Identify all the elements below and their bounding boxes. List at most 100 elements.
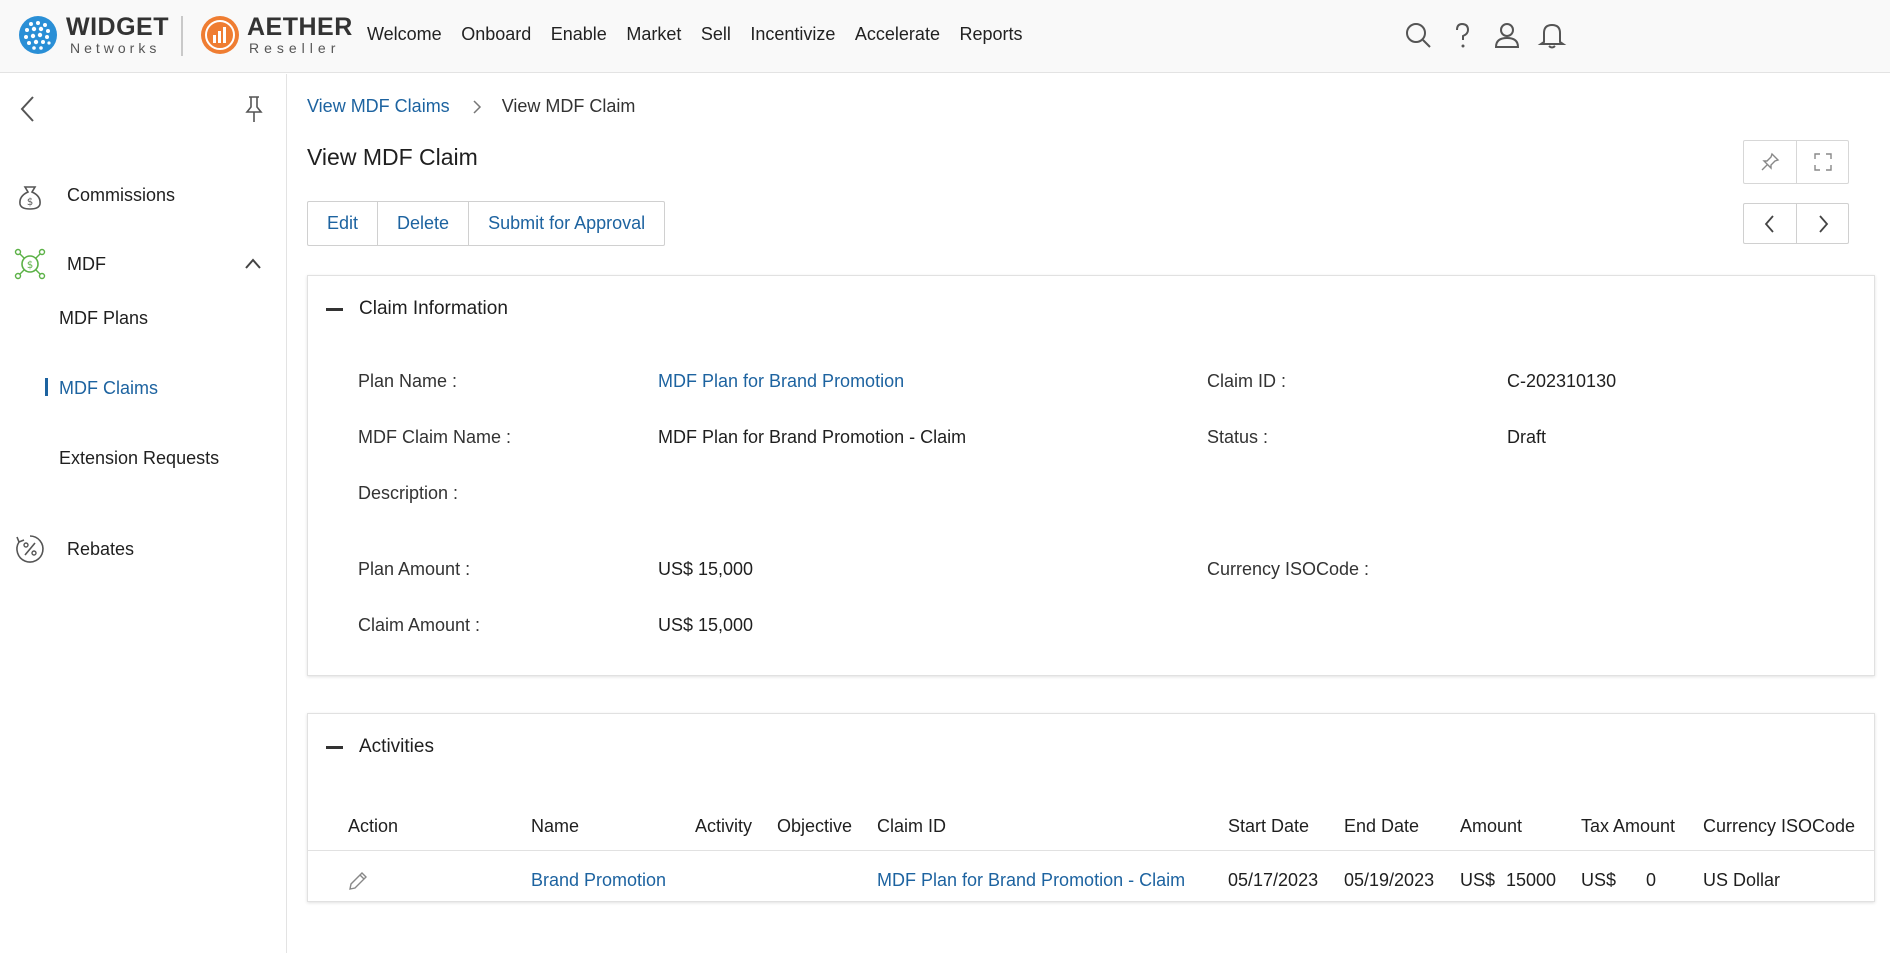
next-record-button[interactable] [1796, 204, 1848, 243]
sidebar-item-mdf[interactable]: $ MDF [0, 244, 287, 284]
claim-name-label: MDF Claim Name : [358, 427, 512, 447]
activity-claim-id-link[interactable]: MDF Plan for Brand Promotion - Claim [877, 870, 1185, 891]
amount-currency-cell: US$ [1460, 870, 1496, 890]
chevron-up-icon[interactable] [243, 254, 263, 274]
sidebar-item-label: Rebates [67, 538, 135, 559]
brand-left-name: WIDGET [66, 13, 169, 41]
activities-header[interactable]: Activities [326, 736, 434, 758]
nav-welcome[interactable]: Welcome [367, 24, 442, 45]
sidebar-item-label: MDF [67, 253, 106, 274]
edit-pencil-icon[interactable] [347, 870, 369, 892]
breadcrumb-parent-link[interactable]: View MDF Claims [307, 96, 450, 117]
claim-amount-value: US$ 15,000 [658, 615, 754, 635]
widget-logo-icon [19, 16, 57, 54]
record-pager [1743, 203, 1849, 244]
brand-right-sub: Reseller [249, 40, 341, 56]
claim-information-header[interactable]: Claim Information [326, 298, 508, 320]
column-header-activity[interactable]: Activity [695, 816, 752, 837]
main-content: View MDF Claims View MDF Claim View MDF … [288, 74, 1890, 953]
pin-icon [1761, 152, 1780, 171]
help-icon[interactable] [1447, 20, 1477, 50]
notification-bell-icon[interactable] [1537, 20, 1567, 50]
fullscreen-icon [1813, 153, 1832, 171]
start-date-cell: 05/17/2023 [1228, 870, 1319, 890]
currency-cell: US Dollar [1703, 870, 1781, 890]
aether-reseller-logo[interactable]: AETHER Reseller [200, 15, 353, 55]
claim-amount-label: Claim Amount : [358, 615, 481, 635]
column-header-start-date[interactable]: Start Date [1228, 816, 1309, 837]
nav-accelerate[interactable]: Accelerate [855, 24, 940, 45]
nav-sell[interactable]: Sell [701, 24, 731, 45]
nav-enable[interactable]: Enable [551, 24, 607, 45]
claim-name-value: MDF Plan for Brand Promotion - Claim [658, 427, 967, 447]
breadcrumb: View MDF Claims View MDF Claim [307, 96, 635, 117]
sidebar: $ Commissions $ MDF MDF Plans MDF Claims… [0, 74, 287, 953]
column-header-objective[interactable]: Objective [777, 816, 852, 837]
mdf-network-icon: $ [14, 248, 46, 280]
pin-icon[interactable] [243, 94, 265, 124]
submit-for-approval-button[interactable]: Submit for Approval [468, 202, 664, 245]
end-date-cell: 05/19/2023 [1344, 870, 1435, 890]
sidebar-item-mdf-claims[interactable]: MDF Claims [59, 378, 158, 399]
nav-onboard[interactable]: Onboard [461, 24, 531, 45]
action-buttons: Edit Delete Submit for Approval [307, 201, 666, 246]
column-header-action[interactable]: Action [348, 816, 398, 837]
aether-logo-icon [201, 16, 239, 54]
widget-networks-logo[interactable]: WIDGET Networks [18, 15, 169, 55]
sidebar-item-commissions[interactable]: $ Commissions [0, 175, 287, 215]
nav-reports[interactable]: Reports [959, 24, 1022, 45]
edit-button[interactable]: Edit [308, 202, 377, 245]
previous-record-button[interactable] [1744, 204, 1796, 243]
money-bag-icon: $ [19, 186, 41, 210]
activities-card: Activities Action Name Activity Objectiv… [307, 713, 1875, 902]
chevron-right-icon [1818, 214, 1828, 233]
search-icon[interactable] [1403, 20, 1433, 50]
top-bar: WIDGET Networks AETHER Reseller Welcome … [0, 0, 1890, 73]
collapse-sidebar-icon[interactable] [18, 94, 40, 124]
claim-id-label: Claim ID : [1207, 371, 1287, 391]
column-header-currency-isocode[interactable]: Currency ISOCode [1703, 816, 1855, 837]
page-title: View MDF Claim [307, 144, 478, 170]
sidebar-item-extension-requests[interactable]: Extension Requests [59, 448, 219, 469]
sidebar-item-label: Commissions [67, 184, 176, 205]
tax-currency-cell: US$ [1581, 870, 1617, 890]
amount-value-cell: 15000 [1506, 870, 1557, 890]
svg-text:$: $ [27, 260, 33, 271]
sidebar-item-mdf-plans[interactable]: MDF Plans [59, 308, 148, 329]
fullscreen-button[interactable] [1796, 141, 1848, 183]
rebate-percent-icon [16, 535, 44, 563]
delete-button[interactable]: Delete [377, 202, 468, 245]
description-label: Description : [358, 483, 459, 503]
sidebar-item-rebates[interactable]: Rebates [0, 529, 287, 569]
column-header-tax-amount[interactable]: Tax Amount [1581, 816, 1675, 837]
activity-name-link[interactable]: Brand Promotion [531, 870, 666, 891]
view-controls [1743, 140, 1849, 184]
collapse-icon[interactable] [326, 745, 343, 749]
pin-view-button[interactable] [1744, 141, 1796, 183]
column-header-amount[interactable]: Amount [1460, 816, 1522, 837]
collapse-icon[interactable] [326, 307, 343, 311]
status-label: Status : [1207, 427, 1269, 447]
column-header-name[interactable]: Name [531, 816, 579, 837]
status-value: Draft [1507, 427, 1547, 447]
currency-isocode-label: Currency ISOCode : [1207, 559, 1370, 579]
column-header-claim-id[interactable]: Claim ID [877, 816, 946, 837]
chevron-left-icon [1764, 214, 1774, 233]
nav-market[interactable]: Market [626, 24, 681, 45]
svg-text:$: $ [27, 197, 33, 208]
chevron-right-icon [473, 99, 481, 114]
main-nav: Welcome Onboard Enable Market Sell Incen… [367, 24, 1042, 45]
plan-name-link[interactable]: MDF Plan for Brand Promotion [658, 371, 904, 392]
column-header-end-date[interactable]: End Date [1344, 816, 1419, 837]
plan-amount-value: US$ 15,000 [658, 559, 754, 579]
tax-value-cell: 0 [1646, 870, 1657, 890]
nav-incentivize[interactable]: Incentivize [750, 24, 835, 45]
section-title: Claim Information [359, 298, 508, 319]
active-indicator [45, 378, 48, 396]
claim-id-value: C-202310130 [1507, 371, 1617, 391]
user-icon[interactable] [1492, 20, 1522, 50]
breadcrumb-current: View MDF Claim [501, 96, 636, 116]
section-title: Activities [359, 736, 434, 757]
claim-information-card: Claim Information Plan Name : MDF Plan f… [307, 275, 1875, 676]
plan-name-label: Plan Name : [358, 371, 458, 391]
